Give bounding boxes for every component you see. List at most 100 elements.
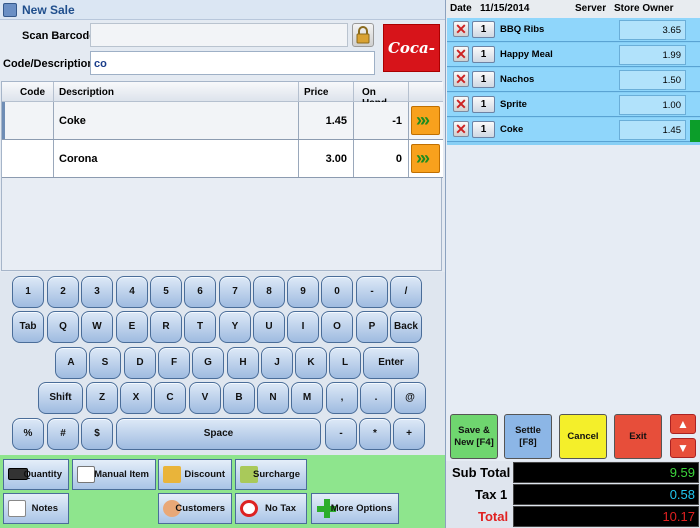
manual-item-button[interactable]: Manual Item	[72, 459, 156, 490]
key-d[interactable]: D	[124, 347, 156, 379]
column-header-description[interactable]: Description	[54, 82, 299, 102]
order-item-row[interactable]: ✕ 1 BBQ Ribs 3.65	[447, 18, 700, 42]
key-v[interactable]: V	[189, 382, 221, 414]
order-item-row[interactable]: ✕ 1 Happy Meal 1.99	[447, 43, 700, 67]
add-item-button[interactable]: »»	[411, 106, 440, 135]
customers-button[interactable]: Customers	[158, 493, 232, 524]
lock-button[interactable]	[352, 23, 374, 47]
key-6[interactable]: 6	[184, 276, 216, 308]
key-a[interactable]: A	[55, 347, 87, 379]
column-header-price[interactable]: Price	[299, 82, 354, 102]
settle-button[interactable]: Settle [F8]	[504, 414, 552, 459]
key-4[interactable]: 4	[116, 276, 148, 308]
key-0[interactable]: 0	[321, 276, 353, 308]
key-enter[interactable]: Enter	[363, 347, 419, 379]
close-icon: ✕	[455, 96, 467, 112]
key-7[interactable]: 7	[219, 276, 251, 308]
remove-item-button[interactable]: ✕	[453, 121, 469, 137]
remove-item-button[interactable]: ✕	[453, 71, 469, 87]
key-3[interactable]: 3	[81, 276, 113, 308]
remove-item-button[interactable]: ✕	[453, 96, 469, 112]
key-shift[interactable]: Shift	[38, 382, 83, 414]
key-j[interactable]: J	[261, 347, 293, 379]
order-item-row[interactable]: ✕ 1 Coke 1.45	[447, 118, 700, 142]
key-sym-0-row5[interactable]: %	[12, 418, 44, 450]
key-f[interactable]: F	[158, 347, 190, 379]
key-tab[interactable]: Tab	[12, 311, 44, 343]
key-w[interactable]: W	[81, 311, 113, 343]
table-row[interactable]: Corona 3.00 0 »»	[2, 140, 443, 178]
exit-button[interactable]: Exit	[614, 414, 662, 459]
column-header-on-hand[interactable]: On Hand	[354, 82, 409, 109]
key-k[interactable]: K	[295, 347, 327, 379]
save-and-new-button[interactable]: Save & New [F4]	[450, 414, 498, 459]
key-sym-1-row5[interactable]: #	[47, 418, 79, 450]
key-m[interactable]: M	[291, 382, 323, 414]
item-name: BBQ Ribs	[500, 24, 545, 35]
key-b[interactable]: B	[223, 382, 255, 414]
table-row[interactable]: Coke 1.45 -1 »»	[2, 102, 443, 140]
surcharge-button[interactable]: Surcharge	[235, 459, 307, 490]
key-space[interactable]: Space	[116, 418, 321, 450]
key-c[interactable]: C	[154, 382, 186, 414]
manual-item-label: Manual Item	[94, 469, 149, 480]
key-e[interactable]: E	[116, 311, 148, 343]
notes-button[interactable]: Notes	[3, 493, 69, 524]
key-u[interactable]: U	[253, 311, 285, 343]
item-quantity-button[interactable]: 1	[472, 121, 495, 138]
item-quantity-button[interactable]: 1	[472, 96, 495, 113]
item-quantity-button[interactable]: 1	[472, 46, 495, 63]
key-s[interactable]: S	[89, 347, 121, 379]
order-header: Date 11/15/2014 Server Store Owner	[446, 0, 700, 17]
item-quantity-button[interactable]: 1	[472, 71, 495, 88]
key-n[interactable]: N	[257, 382, 289, 414]
key-r[interactable]: R	[150, 311, 182, 343]
order-item-row[interactable]: ✕ 1 Nachos 1.50	[447, 68, 700, 92]
more-options-button[interactable]: More Options	[311, 493, 399, 524]
remove-item-button[interactable]: ✕	[453, 46, 469, 62]
cell-description: Coke	[54, 102, 299, 139]
key-h[interactable]: H	[227, 347, 259, 379]
item-price: 1.45	[619, 120, 686, 140]
no-tax-button[interactable]: No Tax	[235, 493, 307, 524]
cancel-button[interactable]: Cancel	[559, 414, 607, 459]
order-item-row[interactable]: ✕ 1 Sprite 1.00	[447, 93, 700, 117]
key-sym-11-row1[interactable]: /	[390, 276, 422, 308]
key-8[interactable]: 8	[253, 276, 285, 308]
item-quantity-button[interactable]: 1	[472, 21, 495, 38]
key-sym-9-row4[interactable]: .	[360, 382, 392, 414]
key-o[interactable]: O	[321, 311, 353, 343]
key-p[interactable]: P	[356, 311, 388, 343]
close-icon: ✕	[455, 46, 467, 62]
key-9[interactable]: 9	[287, 276, 319, 308]
discount-button[interactable]: Discount	[158, 459, 232, 490]
product-grid: Code Description Price On Hand Coke 1.45…	[1, 81, 443, 271]
key-g[interactable]: G	[192, 347, 224, 379]
key-1[interactable]: 1	[12, 276, 44, 308]
key-sym-8-row4[interactable]: ,	[326, 382, 358, 414]
code-description-input[interactable]: co	[90, 51, 375, 75]
key-sym-10-row4[interactable]: @	[394, 382, 426, 414]
key-l[interactable]: L	[329, 347, 361, 379]
column-header-code[interactable]: Code	[2, 82, 54, 102]
quantity-button[interactable]: Quantity	[3, 459, 69, 490]
key-z[interactable]: Z	[86, 382, 118, 414]
key-sym-6-row5[interactable]: +	[393, 418, 425, 450]
key-q[interactable]: Q	[47, 311, 79, 343]
key-sym-2-row5[interactable]: $	[81, 418, 113, 450]
key-2[interactable]: 2	[47, 276, 79, 308]
key-x[interactable]: X	[120, 382, 152, 414]
key-sym-4-row5[interactable]: -	[325, 418, 357, 450]
remove-item-button[interactable]: ✕	[453, 21, 469, 37]
key-i[interactable]: I	[287, 311, 319, 343]
scroll-up-button[interactable]: ▲	[670, 414, 696, 434]
scroll-down-button[interactable]: ▼	[670, 438, 696, 458]
key-t[interactable]: T	[184, 311, 216, 343]
key-sym-5-row5[interactable]: *	[359, 418, 391, 450]
add-item-button[interactable]: »»	[411, 144, 440, 173]
key-back[interactable]: Back	[390, 311, 422, 343]
key-y[interactable]: Y	[219, 311, 251, 343]
key-5[interactable]: 5	[150, 276, 182, 308]
key-sym-10-row1[interactable]: -	[356, 276, 388, 308]
scan-barcode-input[interactable]	[90, 23, 348, 47]
